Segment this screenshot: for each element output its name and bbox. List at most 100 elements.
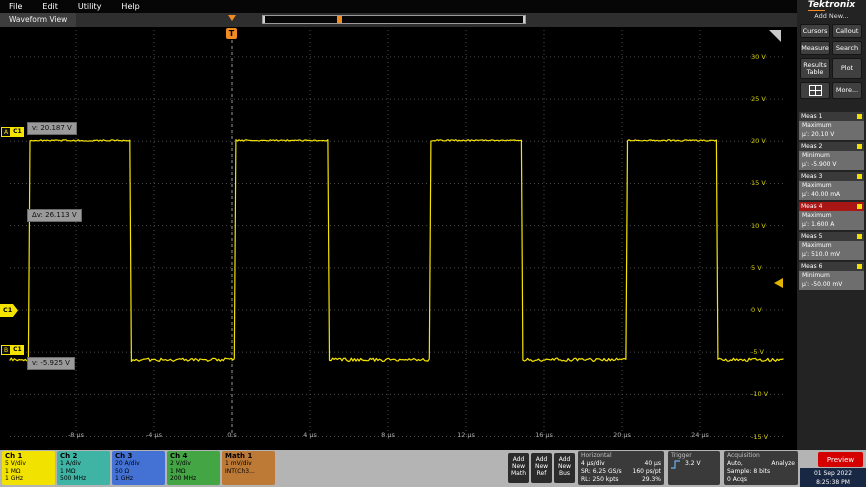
measure-button[interactable]: Measure [800,41,830,55]
x-tick-label: -8 µs [61,431,91,439]
add-new-label[interactable]: Add New... [797,11,866,21]
acquisition-analyze: Analyze [771,460,795,468]
search-button[interactable]: Search [832,41,862,55]
channel-badge-ch1[interactable]: Ch 15 V/div1 MΩ1 GHz [2,451,55,485]
y-tick-label: 20 V [751,137,791,145]
tektronix-logo: Tektronix [797,0,866,11]
expansion-point-icon [228,15,236,21]
callout-button[interactable]: Callout [832,24,862,38]
channel-badge-ch2[interactable]: Ch 21 A/div1 MΩ500 MHz [57,451,110,485]
channel-badge-math1[interactable]: Math 11 mV/divINT(Ch3... [222,451,275,485]
channel-setting: 1 MΩ [5,468,53,476]
draw-a-box-icon[interactable] [769,30,781,42]
measurement-stat: Minimum [802,152,864,161]
add-new-ref-button[interactable]: Add New Ref [531,453,552,483]
menu-edit[interactable]: Edit [42,2,58,11]
acquisition-panel[interactable]: Acquisition Auto,Analyze Sample: 8 bits … [724,451,798,485]
tab-waveform-view[interactable]: Waveform View [0,13,76,27]
marker-b[interactable]: B C1 [1,345,24,355]
menu-help[interactable]: Help [121,2,139,11]
channel-setting: 1 A/div [60,460,108,468]
horizontal-title: Horizontal [581,452,661,460]
channel-setting: 1 GHz [115,475,163,483]
horizontal-resolution: 160 ps/pt [633,468,661,476]
marker-a[interactable]: A C1 [1,127,24,137]
channel-setting: INT(Ch3... [225,468,273,476]
measurement-value: μ′: -50.00 mV [802,281,864,290]
measurement-badge[interactable]: Meas 1Maximumμ′: 20.10 V [799,112,864,140]
measurement-name: Meas 3 [801,173,822,180]
horizontal-panel[interactable]: Horizontal 4 µs/div40 µs SR: 6.25 GS/s16… [578,451,664,485]
measurement-stat: Minimum [802,272,864,281]
y-tick-label: -5 V [751,348,791,356]
measurement-source-icon [857,114,862,119]
trigger-panel[interactable]: Trigger 3.2 V [668,451,720,485]
y-tick-label: 30 V [751,53,791,61]
measurement-badge[interactable]: Meas 4Maximumμ′: 1.600 A [799,202,864,230]
y-tick-label: -15 V [751,433,791,441]
acquisition-title: Acquisition [727,452,795,460]
measurement-name: Meas 4 [801,203,822,210]
x-tick-label: 8 µs [373,431,403,439]
more-button[interactable]: More... [832,82,862,99]
measurement-name: Meas 5 [801,233,822,240]
record-view-bar[interactable] [262,15,526,24]
measurement-stat: Maximum [802,242,864,251]
measurement-badge[interactable]: Meas 5Maximumμ′: 510.0 mV [799,232,864,260]
datetime-display: 01 Sep 2022 8:25:38 PM [800,468,866,487]
measurement-badge[interactable]: Meas 3Maximumμ′: 40.00 mA [799,172,864,200]
record-trigger-marker[interactable] [337,16,342,23]
horizontal-sample-rate: SR: 6.25 GS/s [581,468,622,476]
measurement-value: μ′: -5.900 V [802,161,864,170]
channel-setting: 1 mV/div [225,460,273,468]
add-new-math-button[interactable]: Add New Math [508,453,529,483]
results-table-button[interactable]: Results Table [800,58,830,79]
preview-button[interactable]: Preview [818,452,863,467]
annotation-delta-value: Δv: 26.113 V [27,209,82,222]
x-tick-label: 4 µs [295,431,325,439]
y-tick-label: 25 V [751,95,791,103]
y-tick-label: 10 V [751,222,791,230]
x-tick-label: 20 µs [607,431,637,439]
waveform-area[interactable]: 30 V25 V20 V15 V10 V5 V0 V-5 V-10 V-15 V… [0,27,797,450]
grid-icon [809,85,822,96]
time: 8:25:38 PM [800,478,866,487]
marker-a-channel: C1 [11,127,24,137]
cursors-button[interactable]: Cursors [800,24,830,38]
plot-button[interactable]: Plot [832,58,862,79]
measurement-source-icon [857,234,862,239]
trigger-level-arrow[interactable] [774,278,783,288]
channel-badge-ch3[interactable]: Ch 320 A/div50 Ω1 GHz [112,451,165,485]
channel-setting: 5 V/div [5,460,53,468]
measurement-badge[interactable]: Meas 2Minimumμ′: -5.900 V [799,142,864,170]
channel-badge-ch4[interactable]: Ch 42 V/div1 MΩ200 MHz [167,451,220,485]
measurement-value: μ′: 20.10 V [802,131,864,140]
channel-setting: 1 GHz [5,475,53,483]
channel-name: Ch 2 [60,452,108,460]
horizontal-position: 29.3% [642,476,661,484]
measurement-badge[interactable]: Meas 6Minimumμ′: -50.00 mV [799,262,864,290]
channel-setting: 500 MHz [60,475,108,483]
bottom-bar: Ch 15 V/div1 MΩ1 GHzCh 21 A/div1 MΩ500 M… [0,450,866,487]
marker-b-channel: C1 [11,345,24,355]
measurement-source-icon [857,264,862,269]
results-grid-button[interactable] [800,82,830,99]
annotation-bottom-value: v: -5.925 V [27,357,75,370]
tab-bar: Waveform View [0,13,797,27]
menu-utility[interactable]: Utility [78,2,102,11]
trigger-title: Trigger [671,452,717,460]
measurement-name: Meas 1 [801,113,822,120]
channel-name: Math 1 [225,452,273,460]
rising-edge-icon [671,460,681,469]
measurement-stat: Maximum [802,212,864,221]
y-tick-label: 0 V [751,306,791,314]
menu-file[interactable]: File [9,2,22,11]
trigger-level-value: 3.2 V [685,460,701,469]
trigger-position-flag[interactable]: T [226,28,237,39]
acquisition-sample: Sample: 8 bits [727,468,770,476]
marker-b-letter: B [1,345,11,355]
add-new-bus-button[interactable]: Add New Bus [554,453,575,483]
measurement-source-icon [857,144,862,149]
measurement-source-icon [857,204,862,209]
channel-setting: 200 MHz [170,475,218,483]
